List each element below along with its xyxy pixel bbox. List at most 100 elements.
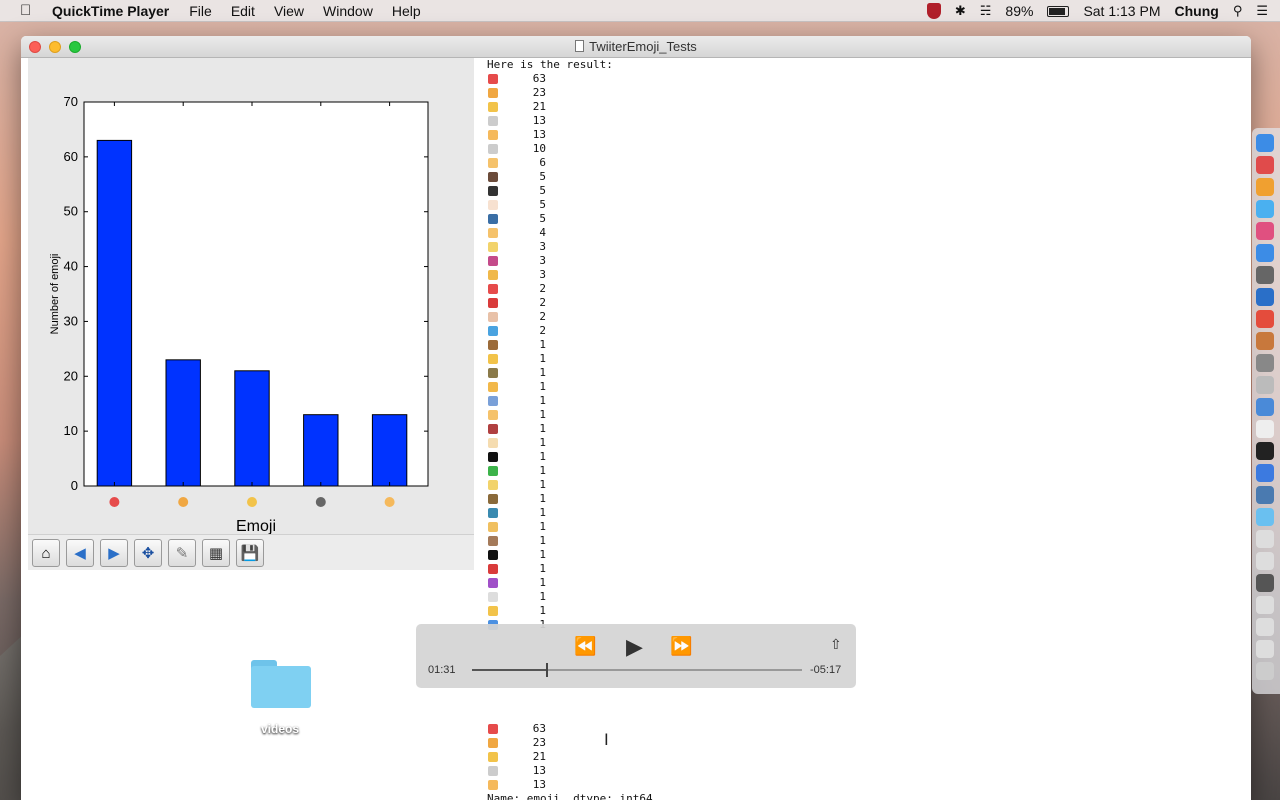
plot-toolbar: ⌂ ◀ ▶ ✥ ✎ ▦ 💾	[28, 534, 474, 570]
dock-app-icon[interactable]	[1256, 200, 1274, 218]
dock-app-icon[interactable]	[1256, 486, 1274, 504]
bar	[165, 359, 201, 487]
wifi-icon[interactable]: ☵	[980, 3, 992, 19]
terminal-output[interactable]: Here is the result: 63 23 21 13 13 10 6 5 5 5 5 4 3 3…	[483, 58, 1251, 800]
emoji-icon	[488, 200, 498, 210]
dock-app-icon[interactable]	[1256, 310, 1274, 328]
dock-app-icon[interactable]	[1256, 354, 1274, 372]
terminal-row: 13	[487, 778, 546, 792]
emoji-icon	[488, 738, 498, 748]
notification-center-icon[interactable]: ☰	[1256, 3, 1268, 19]
dock-app-icon[interactable]	[1256, 398, 1274, 416]
terminal-rows: 63 23 21 13 13 10 6 5 5 5 5 4 3 3 3 2 2 2 2 1 1 1 1 1 1 1 1 1 1 1 1 1 1 1…	[487, 72, 1251, 632]
home-icon[interactable]: ⌂	[32, 539, 60, 567]
terminal-header: Here is the result:	[487, 58, 613, 71]
dock-app-icon[interactable]	[1256, 156, 1274, 174]
emoji-count: 2	[539, 296, 546, 309]
dock-app-icon[interactable]	[1256, 640, 1274, 658]
fast-forward-icon[interactable]: ⏩	[670, 636, 692, 657]
terminal-row: 5	[487, 184, 1251, 198]
dock-app-icon[interactable]	[1256, 552, 1274, 570]
antivirus-shield-icon[interactable]	[926, 3, 941, 19]
zoom-icon[interactable]: ✎	[168, 539, 196, 567]
emoji-icon	[488, 452, 498, 462]
dock-app-icon[interactable]	[1256, 376, 1274, 394]
terminal-row: 1	[487, 478, 1251, 492]
folder-label[interactable]: videos	[240, 722, 320, 736]
elapsed-time: 01:31	[428, 664, 456, 676]
emoji-count: 1	[539, 338, 546, 351]
terminal-row: 1	[487, 422, 1251, 436]
dock-app-icon[interactable]	[1256, 530, 1274, 548]
menu-window[interactable]: Window	[323, 3, 373, 19]
emoji-icon	[488, 508, 498, 518]
emoji-icon	[488, 284, 498, 294]
emoji-icon	[488, 354, 498, 364]
emoji-icon	[488, 326, 498, 336]
terminal-row: 13	[487, 114, 1251, 128]
rewind-icon[interactable]: ⏪	[574, 636, 596, 657]
dock-app-icon[interactable]	[1256, 222, 1274, 240]
emoji-icon	[488, 424, 498, 434]
clock[interactable]: Sat 1:13 PM	[1083, 3, 1160, 19]
dock-app-icon[interactable]	[1256, 574, 1274, 592]
window-titlebar[interactable]: TwiiterEmoji_Tests	[21, 36, 1251, 58]
videos-folder-icon[interactable]	[251, 660, 311, 708]
dock-app-icon[interactable]	[1256, 464, 1274, 482]
battery-icon[interactable]	[1047, 5, 1070, 17]
dock-app-icon[interactable]	[1256, 420, 1274, 438]
dock-app-icon[interactable]	[1256, 662, 1274, 680]
emoji-count: 23	[532, 736, 546, 749]
emoji-count: 13	[532, 778, 546, 791]
dock-app-icon[interactable]	[1256, 508, 1274, 526]
dock-app-icon[interactable]	[1256, 178, 1274, 196]
user-name[interactable]: Chung	[1174, 3, 1218, 19]
emoji-icon	[488, 536, 498, 546]
play-icon[interactable]: ▶	[626, 634, 643, 660]
dock-app-icon[interactable]	[1256, 288, 1274, 306]
dock-app-icon[interactable]	[1256, 332, 1274, 350]
emoji-count: 13	[532, 128, 546, 141]
dock-app-icon[interactable]	[1256, 618, 1274, 636]
emoji-count: 1	[539, 366, 546, 379]
forward-icon[interactable]: ▶	[100, 539, 128, 567]
spotlight-search-icon[interactable]: ⚲	[1233, 3, 1243, 19]
terminal-row: 5	[487, 212, 1251, 226]
y-tick-label: 40	[64, 259, 78, 274]
terminal-row: 13	[487, 128, 1251, 142]
bluetooth-icon[interactable]: ✱	[955, 3, 966, 19]
terminal-row: 21	[487, 100, 1251, 114]
back-icon[interactable]: ◀	[66, 539, 94, 567]
share-icon[interactable]: ⇧	[830, 636, 842, 653]
terminal-row: 1	[487, 534, 1251, 548]
save-icon[interactable]: 💾	[236, 539, 264, 567]
emoji-icon	[488, 382, 498, 392]
remaining-time: -05:17	[810, 664, 842, 676]
emoji-count: 5	[539, 184, 546, 197]
terminal-row: 5	[487, 170, 1251, 184]
dock-app-icon[interactable]	[1256, 266, 1274, 284]
dock-app-icon[interactable]	[1256, 244, 1274, 262]
terminal-row: 1	[487, 548, 1251, 562]
apple-icon[interactable]: 	[20, 2, 40, 19]
menu-app-name[interactable]: QuickTime Player	[52, 3, 169, 19]
dock-app-icon[interactable]	[1256, 442, 1274, 460]
terminal-row: 21	[487, 750, 546, 764]
menu-file[interactable]: File	[189, 3, 212, 19]
terminal-tail-rows: 63 23 21 13 13	[487, 722, 546, 792]
emoji-count: 23	[532, 86, 546, 99]
terminal-row: 1	[487, 604, 1251, 618]
dock-app-icon[interactable]	[1256, 134, 1274, 152]
emoji-count: 1	[539, 450, 546, 463]
pan-icon[interactable]: ✥	[134, 539, 162, 567]
terminal-row: 3	[487, 268, 1251, 282]
menu-edit[interactable]: Edit	[231, 3, 255, 19]
scrubber[interactable]	[472, 663, 802, 677]
configure-subplots-icon[interactable]: ▦	[202, 539, 230, 567]
dock-app-icon[interactable]	[1256, 596, 1274, 614]
terminal-row: 2	[487, 296, 1251, 310]
menu-view[interactable]: View	[274, 3, 304, 19]
playback-controls: ⏪ ▶ ⏩ ⇧ 01:31 -05:17	[416, 624, 856, 688]
scrubber-handle[interactable]	[546, 663, 549, 677]
menu-help[interactable]: Help	[392, 3, 421, 19]
